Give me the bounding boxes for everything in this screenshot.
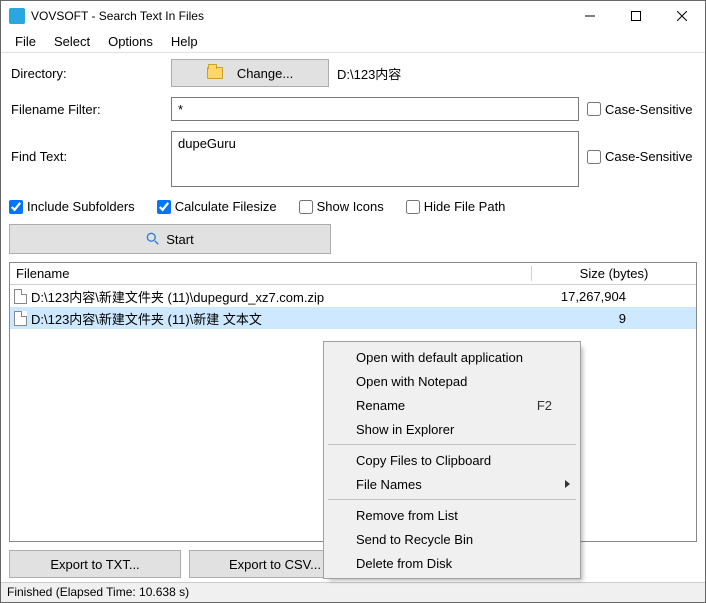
close-button[interactable] <box>659 1 705 31</box>
ctx-copy-clipboard[interactable]: Copy Files to Clipboard <box>326 448 578 472</box>
case-checkbox-2[interactable] <box>587 150 601 164</box>
file-icon <box>14 311 27 326</box>
folder-icon <box>207 67 223 79</box>
filter-label: Filename Filter: <box>9 102 171 117</box>
filter-input[interactable] <box>171 97 579 121</box>
results-header: Filename Size (bytes) <box>10 263 696 285</box>
menu-options[interactable]: Options <box>100 32 161 51</box>
ctx-rename[interactable]: RenameF2 <box>326 393 578 417</box>
app-icon <box>9 8 25 24</box>
separator <box>328 499 576 500</box>
export-txt-button[interactable]: Export to TXT... <box>9 550 181 578</box>
include-checkbox[interactable] <box>9 200 23 214</box>
calculate-filesize[interactable]: Calculate Filesize <box>157 199 277 214</box>
hide-file-path[interactable]: Hide File Path <box>406 199 506 214</box>
ctx-show-explorer[interactable]: Show in Explorer <box>326 417 578 441</box>
start-button[interactable]: Start <box>9 224 331 254</box>
table-row[interactable]: D:\123内容\新建文件夹 (11)\新建 文本文 9 <box>10 307 696 329</box>
start-label: Start <box>166 232 193 247</box>
separator <box>328 444 576 445</box>
change-button[interactable]: Change... <box>171 59 329 87</box>
case-checkbox-1[interactable] <box>587 102 601 116</box>
filename-header[interactable]: Filename <box>10 266 532 281</box>
find-label: Find Text: <box>9 131 171 164</box>
directory-label: Directory: <box>9 66 171 81</box>
ctx-open-notepad[interactable]: Open with Notepad <box>326 369 578 393</box>
directory-value: D:\123内容 <box>337 64 401 83</box>
calc-checkbox[interactable] <box>157 200 171 214</box>
ctx-file-names[interactable]: File Names <box>326 472 578 496</box>
minimize-button[interactable] <box>567 1 613 31</box>
include-subfolders[interactable]: Include Subfolders <box>9 199 135 214</box>
case-sensitive-find[interactable]: Case-Sensitive <box>587 149 692 164</box>
titlebar: VOVSOFT - Search Text In Files <box>1 1 705 31</box>
hide-checkbox[interactable] <box>406 200 420 214</box>
maximize-button[interactable] <box>613 1 659 31</box>
menu-help[interactable]: Help <box>163 32 206 51</box>
app-window: VOVSOFT - Search Text In Files File Sele… <box>0 0 706 603</box>
search-icon <box>146 232 160 246</box>
status-bar: Finished (Elapsed Time: 10.638 s) <box>1 582 705 602</box>
ctx-recycle[interactable]: Send to Recycle Bin <box>326 527 578 551</box>
menu-file[interactable]: File <box>7 32 44 51</box>
submenu-arrow-icon <box>565 480 570 488</box>
case-sensitive-filter[interactable]: Case-Sensitive <box>587 102 692 117</box>
file-icon <box>14 289 27 304</box>
size-header[interactable]: Size (bytes) <box>532 266 696 281</box>
ctx-delete[interactable]: Delete from Disk <box>326 551 578 575</box>
window-title: VOVSOFT - Search Text In Files <box>31 9 567 23</box>
menubar: File Select Options Help <box>1 31 705 53</box>
icons-checkbox[interactable] <box>299 200 313 214</box>
context-menu: Open with default application Open with … <box>323 341 581 579</box>
ctx-open-default[interactable]: Open with default application <box>326 345 578 369</box>
change-label: Change... <box>237 66 293 81</box>
find-textarea[interactable] <box>171 131 579 187</box>
table-row[interactable]: D:\123内容\新建文件夹 (11)\dupegurd_xz7.com.zip… <box>10 285 696 307</box>
ctx-remove-list[interactable]: Remove from List <box>326 503 578 527</box>
show-icons[interactable]: Show Icons <box>299 199 384 214</box>
menu-select[interactable]: Select <box>46 32 98 51</box>
